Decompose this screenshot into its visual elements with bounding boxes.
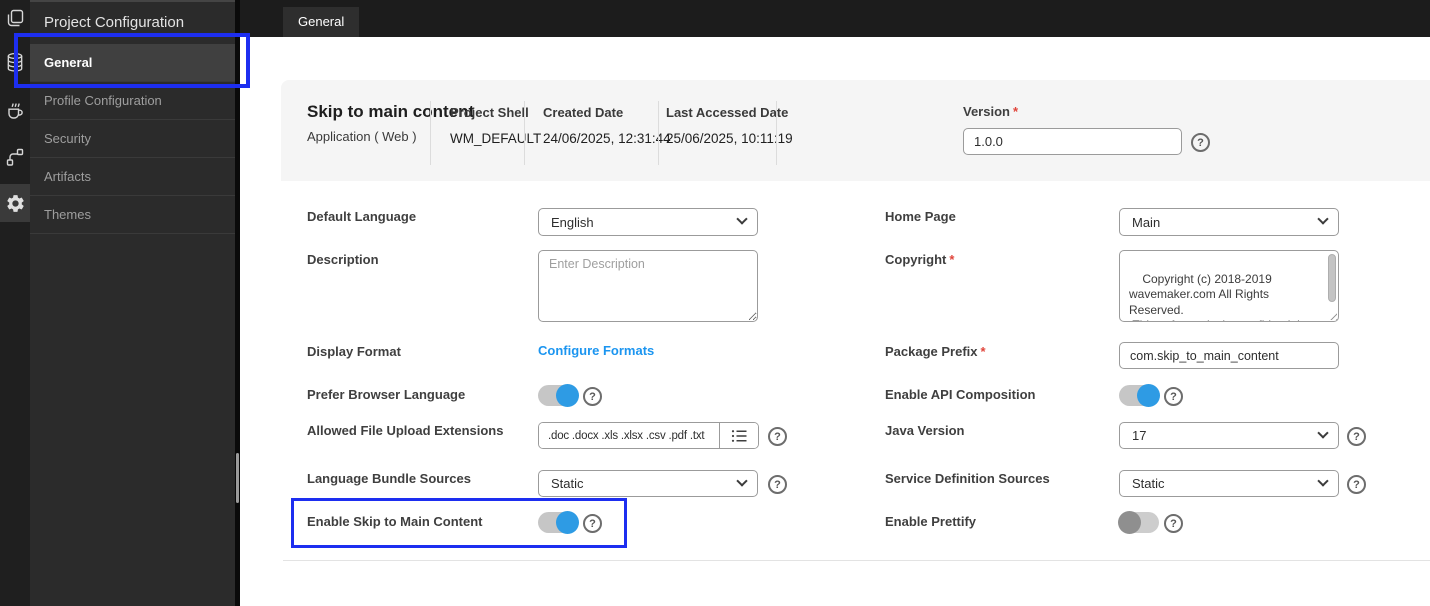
sidebar-item-security[interactable]: Security (30, 120, 235, 158)
sidebar-scrollbar-thumb[interactable] (236, 453, 239, 503)
extensions-list-button[interactable] (719, 423, 758, 448)
default-language-select[interactable]: English (538, 208, 758, 236)
chevron-down-icon (1317, 474, 1329, 487)
toggle-knob (1118, 511, 1141, 534)
project-subtitle: Application ( Web ) (307, 129, 417, 144)
allowed-extensions-help-icon[interactable] (768, 427, 787, 446)
enable-prettify-label: Enable Prettify (885, 514, 977, 529)
copyright-textarea[interactable]: Copyright (c) 2018-2019 wavemaker.com Al… (1119, 250, 1339, 322)
description-label: Description (307, 252, 379, 267)
home-page-select[interactable]: Main (1119, 208, 1339, 236)
version-label: Version * (963, 104, 1019, 119)
tab-bar (240, 0, 1430, 37)
service-definition-sources-help-icon[interactable] (1347, 475, 1366, 494)
sidebar-title: Project Configuration (44, 14, 185, 31)
chevron-down-icon (736, 213, 748, 225)
settings-gear-icon[interactable] (0, 184, 30, 222)
chevron-down-icon (736, 474, 748, 487)
header-divider (776, 101, 777, 165)
sidebar-item-themes[interactable]: Themes (30, 196, 235, 234)
header-divider (658, 101, 659, 165)
allowed-extensions-input[interactable] (539, 423, 719, 448)
description-textarea[interactable] (538, 250, 758, 322)
display-format-label: Display Format (307, 344, 401, 359)
java-version-label: Java Version (885, 423, 965, 438)
tab-general[interactable]: General (283, 7, 360, 37)
language-bundle-sources-help-icon[interactable] (768, 475, 787, 494)
enable-api-composition-label: Enable API Composition (885, 387, 1036, 402)
service-definition-sources-label: Service Definition Sources (885, 471, 1050, 486)
version-help-icon[interactable] (1191, 133, 1210, 152)
allowed-extensions-label: Allowed File Upload Extensions (307, 423, 504, 438)
prefer-browser-language-label: Prefer Browser Language (307, 387, 466, 402)
enable-prettify-help-icon[interactable] (1164, 514, 1183, 533)
configure-formats-link[interactable]: Configure Formats (538, 343, 654, 358)
meta-label-project-shell: Project Shell (450, 105, 529, 120)
chevron-down-icon (1317, 213, 1329, 225)
meta-value-project-shell: WM_DEFAULT (450, 131, 542, 146)
package-prefix-label: Package Prefix * (885, 344, 986, 359)
workflow-icon[interactable] (0, 143, 30, 171)
prefer-browser-language-help-icon[interactable] (583, 387, 602, 406)
panel-edge-strip (235, 0, 240, 606)
enable-api-composition-toggle[interactable] (1119, 384, 1160, 407)
default-language-label: Default Language (307, 209, 417, 224)
enable-api-composition-help-icon[interactable] (1164, 387, 1183, 406)
meta-value-last-accessed: 25/06/2025, 10:11:19 (666, 131, 793, 146)
toggle-knob (1137, 384, 1160, 407)
service-definition-sources-select[interactable]: Static (1119, 470, 1339, 497)
resize-handle-icon[interactable] (1328, 311, 1337, 320)
project-configuration-page: Project Configuration General Profile Co… (0, 0, 1430, 606)
textarea-scrollbar-thumb[interactable] (1328, 254, 1336, 302)
header-divider (430, 101, 431, 165)
java-version-select[interactable]: 17 (1119, 422, 1339, 449)
meta-label-created-date: Created Date (543, 105, 624, 120)
language-bundle-sources-label: Language Bundle Sources (307, 471, 471, 486)
pages-icon[interactable] (0, 4, 30, 32)
java-coffee-icon[interactable] (0, 96, 30, 124)
required-asterisk: * (980, 344, 986, 359)
enable-prettify-toggle[interactable] (1118, 511, 1159, 534)
allowed-extensions-input-group (538, 422, 759, 449)
enable-skip-to-main-content-toggle[interactable] (538, 511, 579, 534)
package-prefix-input[interactable] (1119, 342, 1339, 369)
prefer-browser-language-toggle[interactable] (538, 384, 579, 407)
copyright-label: Copyright * (885, 252, 955, 267)
toggle-knob (556, 511, 579, 534)
list-icon (731, 429, 746, 442)
language-bundle-sources-select[interactable]: Static (538, 470, 758, 497)
sidebar-item-artifacts[interactable]: Artifacts (30, 158, 235, 196)
required-asterisk: * (1012, 104, 1019, 119)
meta-label-last-accessed: Last Accessed Date (666, 105, 789, 120)
sidebar-item-general[interactable]: General (30, 44, 235, 82)
meta-value-created-date: 24/06/2025, 12:31:44 (543, 131, 671, 146)
required-asterisk: * (949, 252, 955, 267)
home-page-label: Home Page (885, 209, 956, 224)
enable-skip-to-main-content-help-icon[interactable] (583, 514, 602, 533)
java-version-help-icon[interactable] (1347, 427, 1366, 446)
version-input[interactable] (963, 128, 1182, 155)
panel-top-line (30, 0, 235, 2)
chevron-down-icon (1317, 426, 1329, 439)
toggle-knob (556, 384, 579, 407)
enable-skip-to-main-content-label: Enable Skip to Main Content (307, 514, 483, 529)
database-icon[interactable] (0, 48, 30, 76)
sidebar-item-profile-configuration[interactable]: Profile Configuration (30, 82, 235, 120)
header-divider (524, 101, 525, 165)
icon-rail (0, 0, 30, 606)
bottom-divider (283, 560, 1430, 561)
